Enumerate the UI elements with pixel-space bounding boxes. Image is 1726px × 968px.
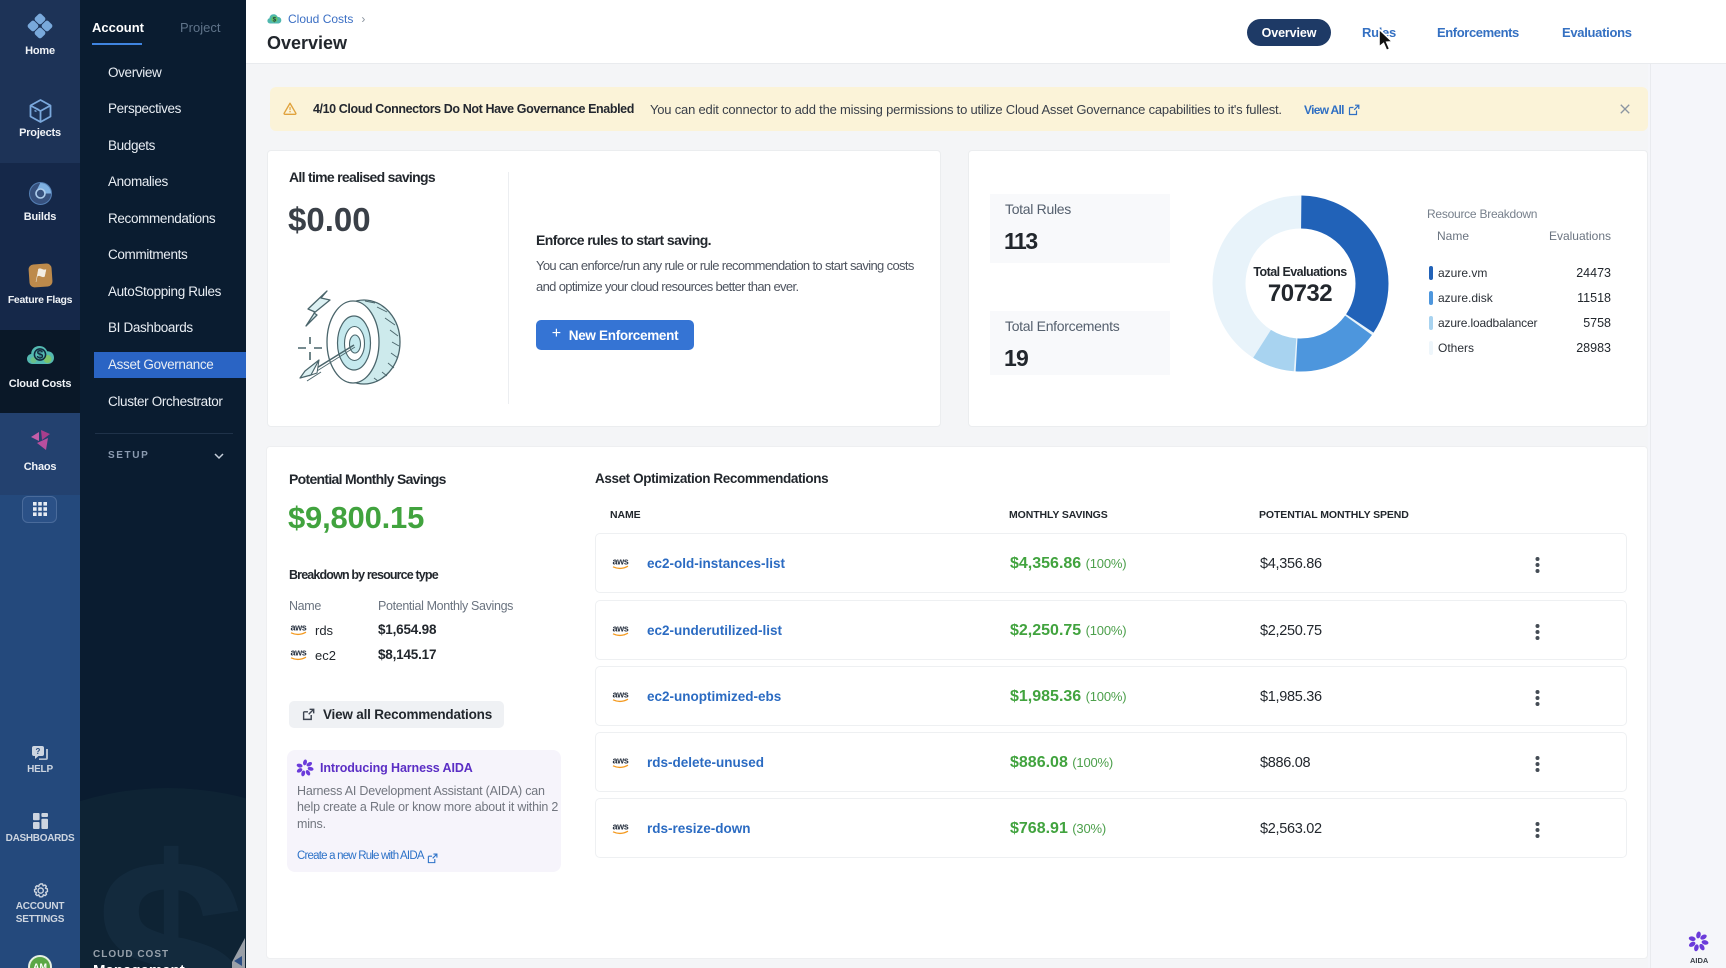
svg-text:aws: aws	[291, 623, 307, 633]
svg-text:aws: aws	[613, 822, 629, 832]
svg-text:$: $	[273, 16, 277, 23]
svg-text:aws: aws	[613, 690, 629, 700]
svg-text:aws: aws	[613, 756, 629, 766]
svg-text:?: ?	[36, 747, 41, 756]
svg-text:aws: aws	[613, 624, 629, 634]
svg-text:aws: aws	[291, 648, 307, 658]
svg-text:$: $	[37, 348, 44, 362]
svg-text:aws: aws	[613, 557, 629, 567]
